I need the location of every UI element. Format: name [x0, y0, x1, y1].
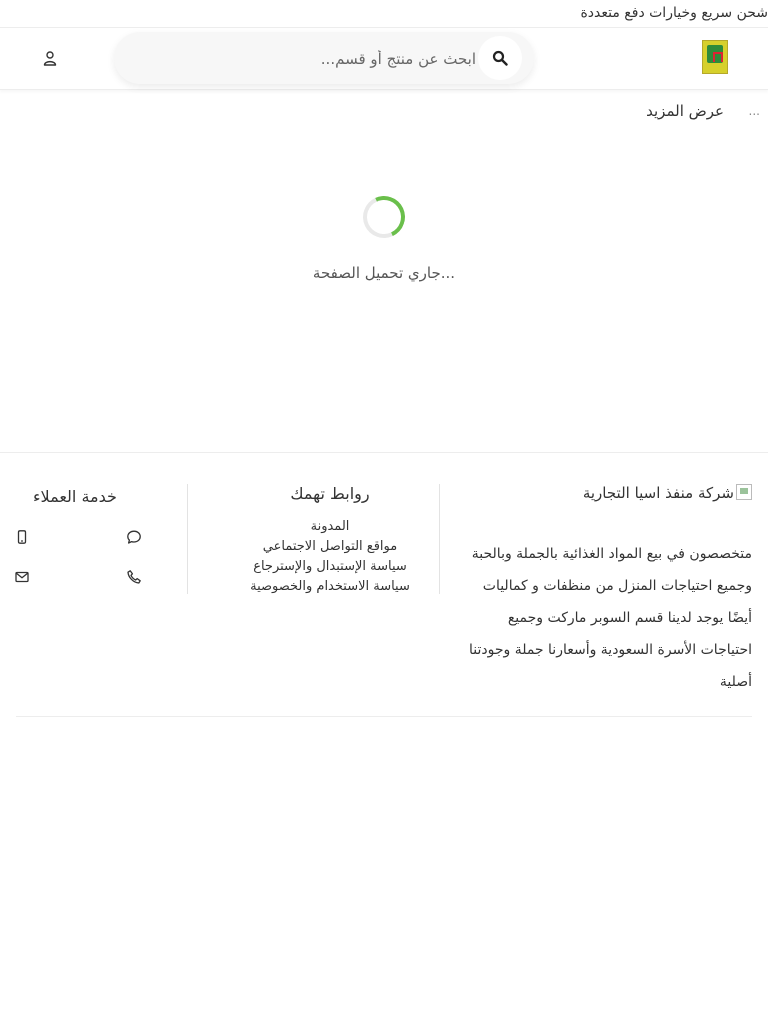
store-logo[interactable]: [702, 40, 728, 74]
footer-brand-alt: شركة منفذ اسيا التجارية: [582, 484, 734, 502]
footer-support-title: خدمة العملاء: [33, 487, 117, 506]
email-icon: [15, 571, 29, 583]
footer-link-returns-policy[interactable]: سياسة الإستبدال والإسترجاع: [200, 557, 460, 577]
section-title-placeholder: ...: [748, 104, 760, 118]
search-icon: [492, 50, 508, 66]
footer-bottom-divider: [16, 716, 752, 717]
footer-link-blog[interactable]: المدونة: [200, 517, 460, 537]
footer-link-privacy-policy[interactable]: سياسة الاستخدام والخصوصية: [200, 577, 460, 597]
user-icon: [43, 51, 57, 66]
about-line: أصلية: [719, 674, 752, 690]
chat-icon: [127, 530, 141, 544]
footer-brand-logo: شركة منفذ اسيا التجارية: [450, 484, 752, 502]
mobile-button[interactable]: [13, 528, 31, 546]
loading-spinner: [357, 190, 411, 244]
loading-text: جاري تحميل الصفحة...: [312, 264, 456, 282]
chat-button[interactable]: [125, 528, 143, 546]
footer-about: شركة منفذ اسيا التجارية متخصصون في بيع ا…: [450, 484, 752, 698]
footer-links: روابط تهمك المدونة مواقع التواصل الاجتما…: [200, 484, 460, 597]
search-bar: [114, 32, 534, 84]
broken-image-icon: [736, 484, 752, 500]
top-announcement-bar: شحن سريع وخيارات دفع متعددة: [0, 0, 768, 28]
email-button[interactable]: [13, 568, 31, 586]
search-button[interactable]: [478, 36, 522, 80]
about-line: وجميع احتياجات المنزل من منظفات و كماليا…: [482, 578, 752, 594]
announcement-text: شحن سريع وخيارات دفع متعددة: [580, 5, 768, 21]
footer-divider: [0, 452, 768, 453]
footer-links-title: روابط تهمك: [290, 484, 370, 503]
site-header: [0, 27, 768, 90]
phone-icon: [127, 570, 141, 584]
section-header: ... عرض المزيد: [0, 100, 768, 128]
view-more-link[interactable]: عرض المزيد: [646, 102, 724, 120]
about-line: احتياجات الأسرة السعودية وأسعارنا جملة و…: [468, 642, 752, 658]
footer-column-separator: [187, 484, 188, 594]
footer-about-text: متخصصون في بيع المواد الغذائية بالجملة و…: [450, 538, 752, 698]
about-line: متخصصون في بيع المواد الغذائية بالجملة و…: [471, 546, 752, 562]
footer-link-social[interactable]: مواقع التواصل الاجتماعي: [200, 537, 460, 557]
phone-button[interactable]: [125, 568, 143, 586]
about-line: أيضًا يوجد لدينا قسم السوبر ماركت وجميع: [507, 610, 752, 626]
account-button[interactable]: [38, 46, 62, 70]
mobile-icon: [17, 530, 27, 544]
search-input[interactable]: [144, 44, 478, 74]
